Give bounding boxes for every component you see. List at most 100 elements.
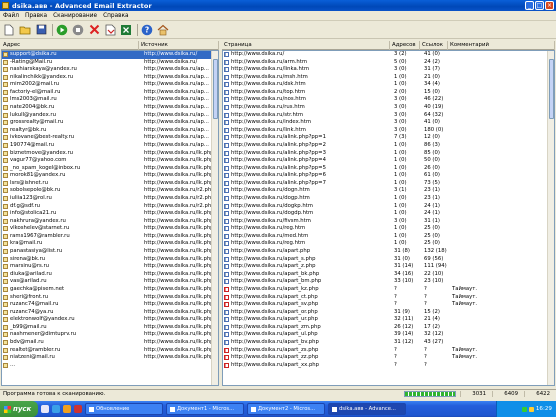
email-row[interactable]: support@dsika.ru http://www.dsika.ru/ <box>2 51 218 59</box>
scrollbar-thumb[interactable] <box>213 59 218 119</box>
page-row[interactable]: http://www.dsika.ru/index.htm 3 (0) 41 (0) <box>223 119 554 127</box>
maximize-button[interactable]: □ <box>535 1 544 10</box>
minimize-button[interactable]: _ <box>525 1 534 10</box>
open-icon[interactable] <box>18 23 32 37</box>
email-row[interactable]: vagur77@yahoo.com http://www.dsika.ru/lk.… <box>2 157 218 165</box>
email-row[interactable]: kra@mail.ru http://www.dsika.ru/lk.php <box>2 240 218 248</box>
taskbar-task[interactable]: dsika.авв - Advance... <box>328 403 406 415</box>
email-row[interactable]: df.g@sdf.ru http://www.dsika.ru/r2.php <box>2 203 218 211</box>
page-row[interactable]: http://www.dsika.ru/reg.htm 1 (0) 25 (0) <box>223 225 554 233</box>
page-row[interactable]: http://www.dsika.ru/alink.php?pp=7 1 (0) 7… <box>223 180 554 188</box>
export-excel-icon[interactable] <box>119 23 133 37</box>
page-row[interactable]: http://www.dsika.ru/apart_s.php 31 (0) 69 … <box>223 256 554 264</box>
email-row[interactable]: _b99@mail.ru http://www.dsika.ru/lk.php <box>2 324 218 332</box>
email-row[interactable]: gaechka@pisem.net http://www.dsika.ru/lk.… <box>2 286 218 294</box>
page-row[interactable]: http://www.dsika.ru/str.htm 3 (0) 64 (32) <box>223 112 554 120</box>
page-row[interactable]: http://www.dsika.ru/dogn.htm 3 (1) 23 (1) <box>223 187 554 195</box>
email-row[interactable]: bdv@mail.ru http://www.dsika.ru/lk.php <box>2 339 218 347</box>
email-row[interactable]: diuka@arilad.ru http://www.dsika.ru/lk.ph… <box>2 271 218 279</box>
menu-help[interactable]: Справка <box>100 13 132 19</box>
page-row[interactable]: http://www.dsika.ru/top.htm 2 (0) 15 (0) <box>223 89 554 97</box>
email-row[interactable]: marsinu@rs.ru http://www.dsika.ru/lk.php <box>2 263 218 271</box>
email-row[interactable]: nate2004@bk.ru http://www.dsika.ru/ap... <box>2 104 218 112</box>
page-row[interactable]: http://www.dsika.ru/alink.php?pp=3 1 (0) 8… <box>223 150 554 158</box>
email-row[interactable]: realtyr@bk.ru http://www.dsika.ru/ap... <box>2 127 218 135</box>
email-row[interactable]: panastasiya@list.ru http://www.dsika.ru/l… <box>2 248 218 256</box>
tray-network-icon[interactable] <box>521 406 527 412</box>
email-row[interactable]: ivkovane@best-realty.ru http://www.dsika.… <box>2 134 218 142</box>
quicklaunch-desktop-icon[interactable] <box>41 405 49 413</box>
page-row[interactable]: http://www.dsika.ru/rus.htm 3 (0) 40 (19) <box>223 104 554 112</box>
email-row[interactable]: sirena@bk.ru http://www.dsika.ru/lk.php <box>2 256 218 264</box>
page-row[interactable]: http://www.dsika.ru/med.htm 1 (0) 25 (0) <box>223 233 554 241</box>
column-links[interactable]: Ссылок <box>420 41 448 50</box>
email-row[interactable]: ... <box>2 362 218 370</box>
email-row[interactable]: morok81@yandex.ru http://www.dsika.ru/lk.… <box>2 172 218 180</box>
email-row[interactable]: realtet@rambler.ru http://www.dsika.ru/lk… <box>2 347 218 355</box>
email-row[interactable]: lms2003@mail.ru http://www.dsika.ru/ap... <box>2 96 218 104</box>
page-row[interactable]: http://www.dsika.ru/reg.htm 1 (0) 25 (0) <box>223 240 554 248</box>
page-row[interactable]: http://www.dsika.ru/alink.php?pp=2 1 (0) 8… <box>223 142 554 150</box>
page-row[interactable]: http://www.dsika.ru/dogdp.htm 1 (0) 24 (1) <box>223 210 554 218</box>
quicklaunch-browser-icon[interactable] <box>52 405 60 413</box>
email-row[interactable]: _no_spam_kogel@inbox.ru http://www.dsika.… <box>2 165 218 173</box>
page-row[interactable]: http://www.dsika.ru/apart_sv.php?? Таймау… <box>223 301 554 309</box>
email-row[interactable]: nikalinchikk@yandex.ru http://www.dsika.r… <box>2 74 218 82</box>
page-row[interactable]: http://www.dsika.ru/alink.php?pp=1 7 (3) 1… <box>223 134 554 142</box>
start-icon[interactable] <box>55 23 69 37</box>
page-row[interactable]: http://www.dsika.ru/dsk.htm 1 (0) 34 (4) <box>223 81 554 89</box>
menu-scan[interactable]: Сканирование <box>50 13 100 19</box>
page-row[interactable]: http://www.dsika.ru/fivsm.htm 3 (0) 31 (1) <box>223 218 554 226</box>
save-icon[interactable] <box>34 23 48 37</box>
page-row[interactable]: http://www.dsika.ru/3 (2) 41 (0) <box>223 51 554 59</box>
page-row[interactable]: http://www.dsika.ru/alink.php?pp=4 1 (0) 5… <box>223 157 554 165</box>
email-row[interactable]: vas@arilad.ru http://www.dsika.ru/lk.php <box>2 278 218 286</box>
import-icon[interactable] <box>103 23 117 37</box>
page-row[interactable]: http://www.dsika.ru/apart_or.php 31 (9) 15… <box>223 309 554 317</box>
page-row[interactable]: http://www.dsika.ru/apart_zz.php?? Таймау… <box>223 354 554 362</box>
email-row[interactable]: mim2002@mail.ru http://www.dsika.ru/ap... <box>2 81 218 89</box>
page-row[interactable]: http://www.dsika.ru/apart_ct.php?? Таймау… <box>223 294 554 302</box>
email-row[interactable]: rams1967@rambler.ru http://www.dsika.ru/l… <box>2 233 218 241</box>
taskbar-task[interactable]: Документ2 - Micros... <box>247 403 325 415</box>
email-row[interactable]: biznetmove@yandex.ru http://www.dsika.ru/… <box>2 150 218 158</box>
email-row[interactable]: 190774@mail.ru http://www.dsika.ru/ap... <box>2 142 218 150</box>
email-row[interactable]: sheri@front.ru http://www.dsika.ru/lk.php <box>2 294 218 302</box>
page-row[interactable]: http://www.dsika.ru/linka.htm 3 (0) 31 (7) <box>223 66 554 74</box>
email-row[interactable]: ruzanc74@mail.ru http://www.dsika.ru/lk.p… <box>2 301 218 309</box>
quicklaunch-app-icon[interactable] <box>63 405 71 413</box>
email-row[interactable]: ruzanc74@ya.ru http://www.dsika.ru/lk.php <box>2 309 218 317</box>
page-row[interactable]: http://www.dsika.ru/apart_bv.php 31 (12) 4… <box>223 339 554 347</box>
page-row[interactable]: http://www.dsika.ru/msh.htm 1 (0) 21 (0) <box>223 74 554 82</box>
email-row[interactable]: info@stolica21.ru http://www.dsika.ru/lk.… <box>2 210 218 218</box>
new-icon[interactable] <box>2 23 16 37</box>
page-row[interactable]: http://www.dsika.ru/link.htm 3 (0) 180 (0) <box>223 127 554 135</box>
tray-volume-icon[interactable] <box>528 406 534 412</box>
help-icon[interactable]: ? <box>140 23 154 37</box>
delete-icon[interactable] <box>87 23 101 37</box>
email-row[interactable]: lsrs@ishnet.ru http://www.dsika.ru/lk.php <box>2 180 218 188</box>
page-row[interactable]: http://www.dsika.ru/apart_kz.php?? Таймау… <box>223 286 554 294</box>
column-address[interactable]: Адрес <box>1 41 139 50</box>
page-row[interactable]: http://www.dsika.ru/alink.php?pp=5 1 (0) 2… <box>223 165 554 173</box>
email-row[interactable]: niatzeni@mail.ru http://www.dsika.ru/lk.p… <box>2 354 218 362</box>
page-row[interactable]: http://www.dsika.ru/apart_ul.php 39 (14) 3… <box>223 331 554 339</box>
page-row[interactable]: http://www.dsika.ru/alink.php?pp=6 1 (0) 6… <box>223 172 554 180</box>
email-row[interactable]: vlkoshelev@starnet.ru http://www.dsika.ru… <box>2 225 218 233</box>
taskbar-task[interactable]: Обновление <box>85 403 163 415</box>
title-bar[interactable]: dsika.авв - Advanced Email Extractor _ □… <box>0 0 556 11</box>
email-row[interactable]: sobolsepole@bk.ru http://www.dsika.ru/r2.… <box>2 187 218 195</box>
column-addresses[interactable]: Адресов <box>390 41 420 50</box>
page-row[interactable]: http://www.dsika.ru/apart_bm.php 33 (10) 2… <box>223 278 554 286</box>
column-page[interactable]: Страница <box>222 41 390 50</box>
start-button[interactable]: пуск <box>0 401 38 417</box>
taskbar-task[interactable]: Документ1 - Micros... <box>166 403 244 415</box>
email-list[interactable]: support@dsika.ru http://www.dsika.ru/-Rat… <box>1 50 219 386</box>
page-row[interactable]: http://www.dsika.ru/apart.php 31 (8) 132 (… <box>223 248 554 256</box>
email-row[interactable]: nashiarskaya@yandex.ru http://www.dsika.r… <box>2 66 218 74</box>
email-row[interactable]: nakhrura@yandex.ru http://www.dsika.ru/lk… <box>2 218 218 226</box>
email-row[interactable]: lukull@yandex.ru http://www.dsika.ru/ap..… <box>2 112 218 120</box>
page-list[interactable]: http://www.dsika.ru/3 (2) 41 (0) http://ww… <box>222 50 555 386</box>
page-row[interactable]: http://www.dsika.ru/arm.htm 5 (0) 24 (2) <box>223 59 554 67</box>
page-row[interactable]: http://www.dsika.ru/dogp.htm 1 (0) 23 (1) <box>223 195 554 203</box>
